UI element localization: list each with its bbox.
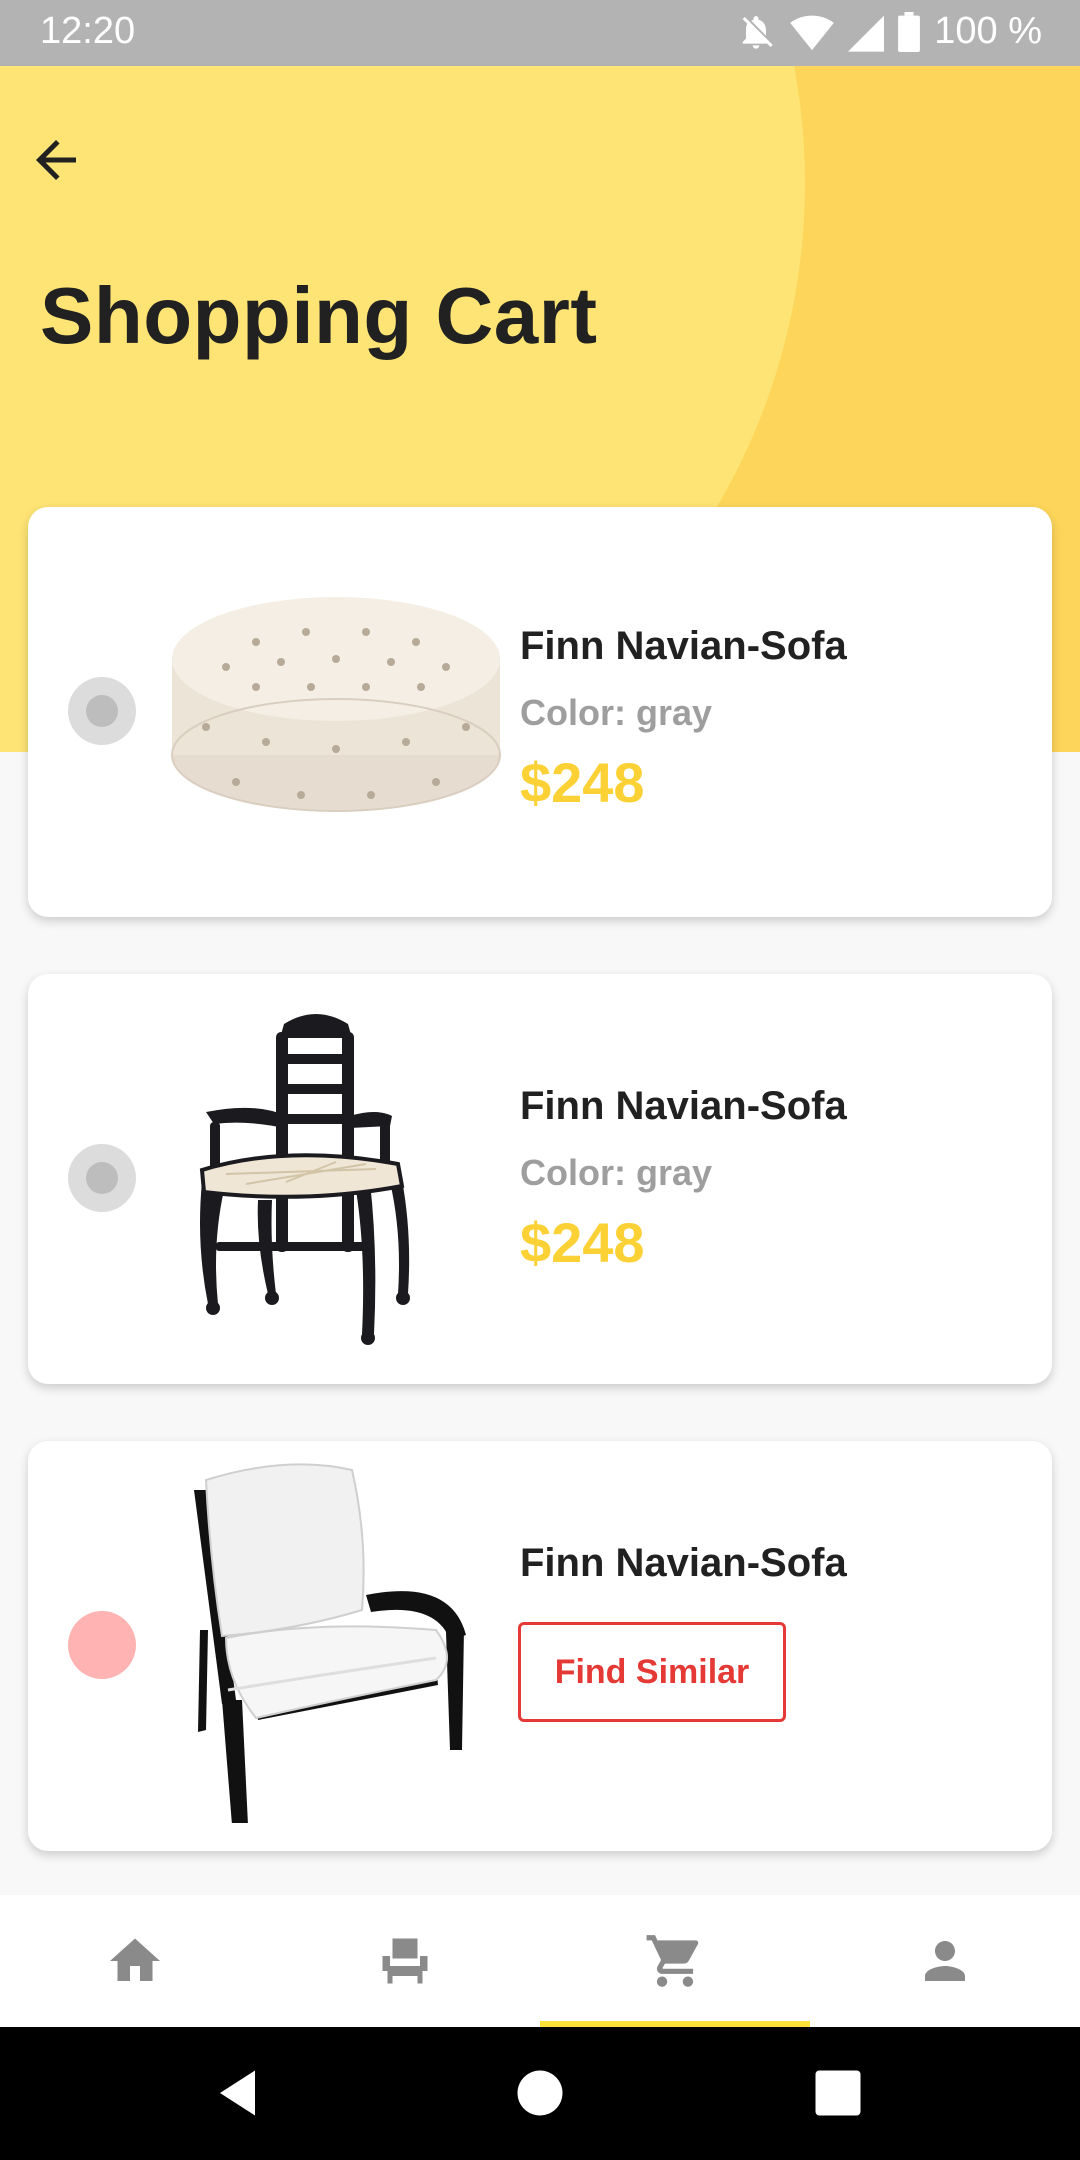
chair-icon xyxy=(382,1938,428,1984)
cart-icon xyxy=(646,1935,699,1987)
nav-profile[interactable] xyxy=(810,1895,1080,2027)
page-title: Shopping Cart xyxy=(40,271,598,360)
tufted-ottoman-image xyxy=(171,597,501,812)
notifications-off-icon xyxy=(736,12,776,52)
radio-dot xyxy=(86,695,118,727)
dining-chair-image xyxy=(199,1014,410,1345)
select-item-radio[interactable] xyxy=(68,1144,136,1212)
select-item-radio[interactable] xyxy=(68,1611,136,1679)
battery-percent: 100 % xyxy=(934,10,1042,52)
status-icons: 100 % xyxy=(736,10,1042,53)
wifi-icon xyxy=(790,12,835,52)
find-similar-button[interactable]: Find Similar xyxy=(518,1622,786,1722)
back-button[interactable] xyxy=(26,130,86,190)
product-price: $248 xyxy=(520,751,645,814)
signal-icon xyxy=(848,12,885,52)
cart-item-card[interactable]: Finn Navian-Sofa Color: gray $248 xyxy=(28,974,1052,1384)
circle-home-icon xyxy=(517,2070,563,2116)
arrow-back-icon xyxy=(36,140,76,180)
nav-furniture[interactable] xyxy=(270,1895,540,2027)
product-name: Finn Navian-Sofa xyxy=(520,1541,847,1585)
system-navigation-bar xyxy=(0,2027,1080,2160)
battery-icon xyxy=(898,11,921,52)
nav-cart[interactable] xyxy=(540,1895,810,2027)
person-icon xyxy=(925,1941,965,1981)
home-icon xyxy=(110,1938,160,1981)
cart-item-card-unavailable[interactable]: Finn Navian-Sofa Find Similar xyxy=(28,1441,1052,1851)
triangle-back-icon xyxy=(220,2070,255,2116)
product-color: Color: gray xyxy=(520,1152,713,1193)
system-home-button[interactable] xyxy=(510,2063,570,2123)
cart-item-card[interactable]: Finn Navian-Sofa Color: gray $248 xyxy=(28,507,1052,917)
square-recents-icon xyxy=(815,2070,861,2116)
status-bar: 12:20 100 % xyxy=(0,0,1080,66)
product-name: Finn Navian-Sofa xyxy=(520,1084,847,1128)
bottom-navigation xyxy=(0,1895,1080,2027)
radio-dot xyxy=(86,1162,118,1194)
product-color: Color: gray xyxy=(520,692,713,733)
status-time: 12:20 xyxy=(40,10,136,52)
product-name: Finn Navian-Sofa xyxy=(520,624,847,668)
armchair-image xyxy=(194,1463,466,1823)
product-price: $248 xyxy=(520,1211,645,1274)
select-item-radio[interactable] xyxy=(68,677,136,745)
system-recents-button[interactable] xyxy=(808,2063,868,2123)
nav-home[interactable] xyxy=(0,1895,270,2027)
system-back-button[interactable] xyxy=(210,2063,270,2123)
